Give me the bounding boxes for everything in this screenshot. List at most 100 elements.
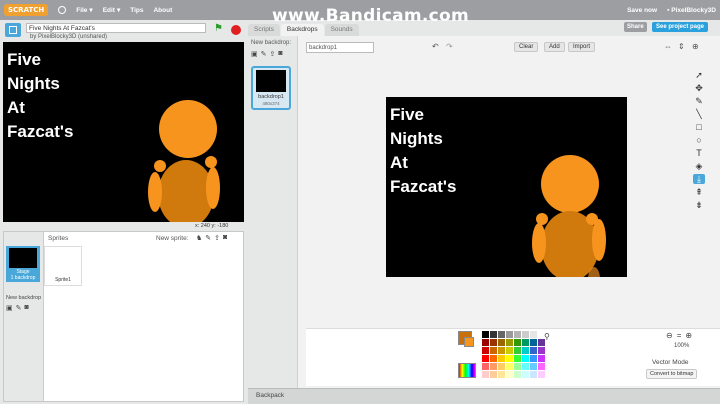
camera-icon[interactable]: ◙ xyxy=(25,304,29,312)
palette-color-swatch[interactable] xyxy=(490,331,497,338)
palette-color-swatch[interactable] xyxy=(482,331,489,338)
redo-icon[interactable]: ↷ xyxy=(446,42,453,51)
stage[interactable]: Five Nights At Fazcat's xyxy=(3,42,244,222)
project-title-input[interactable]: Five Nights At Fazcat's xyxy=(26,23,206,33)
paint-canvas[interactable]: Five Nights At Fazcat's xyxy=(386,97,627,277)
palette-color-swatch[interactable] xyxy=(482,339,489,346)
palette-color-swatch[interactable] xyxy=(522,355,529,362)
palette-color-swatch[interactable] xyxy=(522,371,529,378)
color-picker-swatch[interactable] xyxy=(458,363,476,378)
palette-color-swatch[interactable] xyxy=(482,355,489,362)
paintbrush-icon[interactable]: ✎ xyxy=(16,304,22,312)
user-menu[interactable]: ▪ PixelBlocky3D xyxy=(667,7,716,14)
save-now-link[interactable]: Save now xyxy=(627,7,657,14)
zoom-reset-icon[interactable]: = xyxy=(677,331,682,340)
menu-about[interactable]: About xyxy=(153,7,172,14)
text-icon[interactable]: T xyxy=(693,148,705,158)
paintbrush-icon[interactable]: ✎ xyxy=(261,50,267,58)
palette-color-swatch[interactable] xyxy=(522,363,529,370)
palette-color-swatch[interactable] xyxy=(506,339,513,346)
palette-color-swatch[interactable] xyxy=(538,363,545,370)
palette-color-swatch[interactable] xyxy=(514,339,521,346)
paintbrush-icon[interactable]: ✎ xyxy=(205,234,211,242)
convert-to-bitmap-button[interactable]: Convert to bitmap xyxy=(646,369,698,379)
share-button[interactable]: Share xyxy=(624,22,647,32)
palette-color-swatch[interactable] xyxy=(538,347,545,354)
fill-icon[interactable]: ◈ xyxy=(693,161,705,171)
palette-color-swatch[interactable] xyxy=(530,347,537,354)
palette-color-swatch[interactable] xyxy=(506,355,513,362)
palette-color-swatch[interactable] xyxy=(498,355,505,362)
fullscreen-button[interactable] xyxy=(5,23,21,37)
see-project-page-button[interactable]: See project page xyxy=(652,22,709,32)
camera-icon[interactable]: ◙ xyxy=(223,234,227,242)
palette-color-swatch[interactable] xyxy=(506,331,513,338)
undo-icon[interactable]: ↶ xyxy=(432,42,439,51)
palette-color-swatch[interactable] xyxy=(506,347,513,354)
palette-color-swatch[interactable] xyxy=(514,347,521,354)
tab-scripts[interactable]: Scripts xyxy=(248,24,280,36)
palette-color-swatch[interactable] xyxy=(482,363,489,370)
palette-color-swatch[interactable] xyxy=(482,347,489,354)
scratch-logo[interactable]: SCRATCH xyxy=(4,4,49,16)
secondary-color-swatch[interactable] xyxy=(464,337,474,347)
menu-tips[interactable]: Tips xyxy=(130,7,143,14)
zoom-in-icon[interactable]: ⊕ xyxy=(685,331,692,340)
palette-color-swatch[interactable] xyxy=(490,355,497,362)
clear-button[interactable]: Clear xyxy=(514,42,539,52)
landscape-icon[interactable]: ▣ xyxy=(6,304,13,312)
palette-color-swatch[interactable] xyxy=(490,363,497,370)
green-flag-icon[interactable]: ⚑ xyxy=(214,23,223,34)
select-icon[interactable]: ➚ xyxy=(693,70,705,80)
eraser-icon[interactable]: ⤓ xyxy=(693,174,705,184)
send-backward-icon[interactable]: ⇟ xyxy=(693,200,705,210)
menu-file[interactable]: File ▾ xyxy=(76,6,92,15)
set-center-icon[interactable]: ⊕ xyxy=(692,42,699,51)
backdrop-name-input[interactable]: backdrop1 xyxy=(306,42,374,53)
camera-icon[interactable]: ◙ xyxy=(278,50,282,58)
selected-shape[interactable] xyxy=(588,267,600,277)
palette-color-swatch[interactable] xyxy=(490,371,497,378)
bring-forward-icon[interactable]: ⇞ xyxy=(693,187,705,197)
backdrop-thumbnail[interactable]: backdrop1 480x374 xyxy=(251,66,291,110)
palette-color-swatch[interactable] xyxy=(490,347,497,354)
import-button[interactable]: Import xyxy=(568,42,596,52)
stop-sign-icon[interactable] xyxy=(231,25,241,35)
sprite-thumbnail[interactable]: Sprite1 xyxy=(44,246,82,286)
palette-color-swatch[interactable] xyxy=(522,331,529,338)
zoom-out-icon[interactable]: ⊖ xyxy=(666,331,673,340)
palette-color-swatch[interactable] xyxy=(498,363,505,370)
stage-thumbnail[interactable]: Stage 1 backdrop xyxy=(6,246,40,282)
palette-color-swatch[interactable] xyxy=(538,371,545,378)
palette-color-swatch[interactable] xyxy=(522,347,529,354)
palette-color-swatch[interactable] xyxy=(514,355,521,362)
upload-icon[interactable]: ⇪ xyxy=(270,50,276,58)
flip-horizontal-icon[interactable]: ⇔ xyxy=(664,42,672,51)
palette-color-swatch[interactable] xyxy=(530,331,537,338)
palette-color-swatch[interactable] xyxy=(498,347,505,354)
line-icon[interactable]: ╲ xyxy=(693,109,705,119)
palette-color-swatch[interactable] xyxy=(482,371,489,378)
tab-backdrops[interactable]: Backdrops xyxy=(280,24,324,36)
tab-sounds[interactable]: Sounds xyxy=(324,24,359,36)
palette-color-swatch[interactable] xyxy=(506,363,513,370)
add-button[interactable]: Add xyxy=(544,42,565,52)
palette-color-swatch[interactable] xyxy=(498,339,505,346)
palette-color-swatch[interactable] xyxy=(506,371,513,378)
palette-color-swatch[interactable] xyxy=(490,339,497,346)
palette-color-swatch[interactable] xyxy=(514,371,521,378)
reshape-icon[interactable]: ✥ xyxy=(693,83,705,93)
flip-vertical-icon[interactable]: ⇕ xyxy=(678,42,685,51)
palette-color-swatch[interactable] xyxy=(530,339,537,346)
palette-color-swatch[interactable] xyxy=(522,339,529,346)
ellipse-icon[interactable]: ○ xyxy=(693,135,705,145)
globe-icon[interactable] xyxy=(58,6,67,14)
palette-color-swatch[interactable] xyxy=(530,363,537,370)
palette-color-swatch[interactable] xyxy=(514,363,521,370)
landscape-icon[interactable]: ▣ xyxy=(251,50,258,58)
palette-color-swatch[interactable] xyxy=(514,331,521,338)
eyedropper-icon[interactable]: ⚲ xyxy=(544,332,550,341)
pencil-icon[interactable]: ✎ xyxy=(693,96,705,106)
sprite-library-icon[interactable]: ♞ xyxy=(196,234,202,242)
upload-icon[interactable]: ⇪ xyxy=(214,234,220,242)
